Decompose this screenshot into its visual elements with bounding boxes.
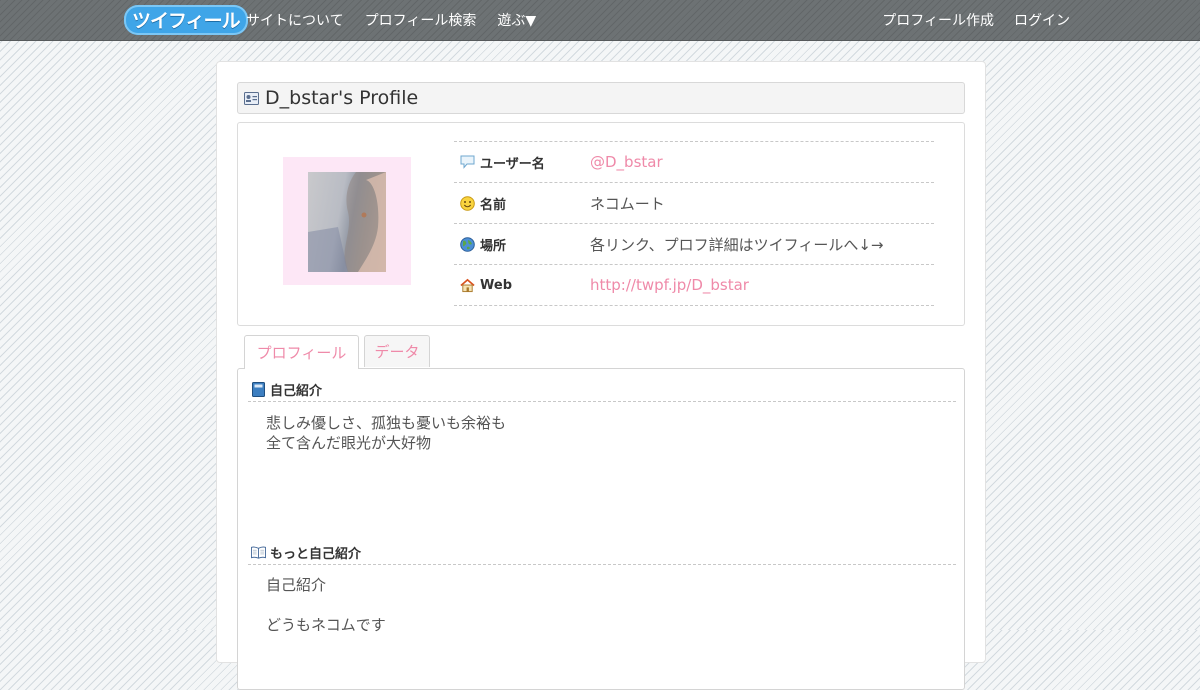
web-link[interactable]: http://twpf.jp/D_bstar — [590, 276, 749, 294]
avatar-frame — [283, 157, 411, 285]
avatar[interactable] — [308, 172, 386, 272]
intro-line: 全て含んだ眼光が大好物 — [266, 434, 432, 452]
profile-title: D_bstar's Profile — [265, 87, 419, 109]
section-title-more-intro: もっと自己紹介 — [270, 546, 362, 562]
location-text: 各リンク、プロフ詳細はツイフィールへ↓→ — [590, 235, 884, 254]
section-head-intro: 自己紹介 — [248, 377, 956, 402]
username-link[interactable]: @D_bstar — [590, 153, 663, 171]
section-body-more-intro: 自己紹介 どうもネコムです — [266, 575, 386, 635]
logo-text: ツイフィール — [124, 5, 248, 35]
profile-info-table: ユーザー名 @D_bstar 名前 ネコムート 場所 各リンク、プロフ詳細はツイ… — [454, 141, 934, 306]
site-logo[interactable]: ツイフィール — [124, 5, 248, 35]
info-row-name: 名前 ネコムート — [454, 183, 934, 224]
display-name: ネコムート — [590, 194, 665, 213]
info-row-username: ユーザー名 @D_bstar — [454, 142, 934, 183]
info-label-web: Web — [480, 277, 512, 293]
nav-right: プロフィール作成 ログイン — [862, 0, 1070, 40]
info-label-location: 場所 — [480, 238, 507, 254]
profile-title-bar: D_bstar's Profile — [237, 82, 965, 114]
info-label-name: 名前 — [480, 197, 507, 213]
profile-summary: ユーザー名 @D_bstar 名前 ネコムート 場所 各リンク、プロフ詳細はツイ… — [237, 122, 965, 326]
info-label-username: ユーザー名 — [480, 156, 545, 172]
nav-left: サイトについて プロフィール検索 遊ぶ▼ — [246, 0, 557, 40]
profile-tab-panel: 自己紹介 悲しみ優しさ、孤独も憂いも余裕も 全て含んだ眼光が大好物 もっと自己紹… — [237, 368, 965, 690]
globe-icon — [460, 236, 475, 252]
info-row-web: Web http://twpf.jp/D_bstar — [454, 265, 934, 306]
smiley-face-icon — [460, 195, 475, 211]
profile-card: D_bstar's Profile ユーザー名 @D_bstar 名前 ネコムー… — [216, 61, 986, 690]
top-navigation-bar: ツイフィール サイトについて プロフィール検索 遊ぶ▼ プロフィール作成 ログイ… — [0, 0, 1200, 41]
house-icon — [460, 278, 475, 293]
id-card-icon — [244, 91, 259, 106]
intro-line: 悲しみ優しさ、孤独も憂いも余裕も — [266, 414, 507, 432]
speech-bubble-icon — [460, 155, 475, 170]
tab-data[interactable]: データ — [364, 335, 430, 367]
nav-link-profile-search[interactable]: プロフィール検索 — [365, 10, 477, 30]
open-book-icon — [251, 545, 266, 560]
notebook-icon — [251, 381, 266, 397]
more-intro-blank-line — [266, 595, 386, 615]
nav-link-create-profile[interactable]: プロフィール作成 — [882, 10, 994, 30]
more-intro-line: どうもネコムです — [266, 616, 386, 634]
section-body-intro: 悲しみ優しさ、孤独も憂いも余裕も 全て含んだ眼光が大好物 — [266, 413, 506, 453]
nav-link-login[interactable]: ログイン — [1014, 10, 1070, 30]
section-head-more-intro: もっと自己紹介 — [248, 540, 956, 565]
nav-link-play-dropdown[interactable]: 遊ぶ▼ — [497, 10, 536, 30]
info-row-location: 場所 各リンク、プロフ詳細はツイフィールへ↓→ — [454, 224, 934, 265]
tab-profile[interactable]: プロフィール — [244, 335, 359, 369]
more-intro-line: 自己紹介 — [266, 576, 327, 594]
section-title-intro: 自己紹介 — [270, 383, 323, 399]
nav-link-about[interactable]: サイトについて — [246, 10, 344, 30]
